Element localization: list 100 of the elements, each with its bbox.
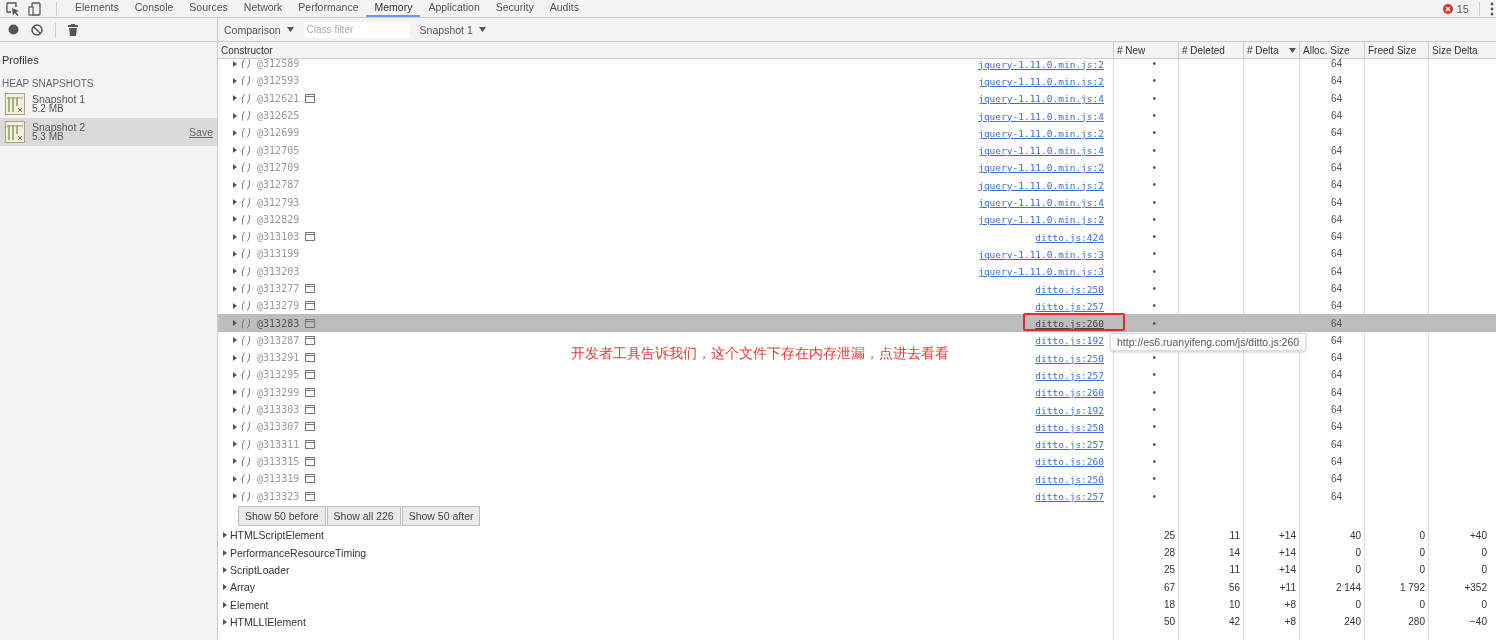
column-header[interactable]: Size Delta — [1428, 42, 1490, 58]
expand-arrow-icon[interactable] — [233, 250, 237, 257]
class-row[interactable]: Array 67 56 +11 2 144 1 792 +352 — [218, 578, 1496, 596]
device-icon[interactable] — [28, 1, 42, 16]
expand-arrow-icon[interactable] — [233, 423, 237, 430]
source-link[interactable]: jquery-1.11.0.min.js:2 — [978, 162, 1104, 174]
class-filter-field[interactable]: Class filter — [303, 21, 410, 38]
expand-arrow-icon[interactable] — [223, 601, 227, 608]
trash-icon[interactable] — [68, 23, 78, 36]
expand-arrow-icon[interactable] — [233, 60, 237, 67]
expand-arrow-icon[interactable] — [233, 112, 237, 119]
class-row[interactable]: HTMLScriptElement 25 11 +14 40 0 +40 — [218, 526, 1496, 544]
source-link[interactable]: ditto.js:192 — [1035, 404, 1104, 416]
class-row[interactable]: PerformanceResourceTiming 28 14 +14 0 0 0 — [218, 544, 1496, 562]
expand-arrow-icon[interactable] — [233, 372, 237, 378]
expand-arrow-icon[interactable] — [233, 199, 237, 205]
tab[interactable]: Application — [420, 0, 488, 17]
selected-row-highlight[interactable]: () @313283 ditto.js:260 • 64 — [218, 314, 1496, 332]
column-header[interactable]: Freed Size — [1364, 42, 1428, 58]
source-link[interactable]: jquery-1.11.0.min.js:2 — [978, 179, 1104, 191]
expand-arrow-icon[interactable] — [233, 458, 237, 465]
tab[interactable]: Performance — [290, 0, 367, 17]
expand-arrow-icon[interactable] — [233, 181, 237, 188]
expand-arrow-icon[interactable] — [233, 77, 237, 84]
source-link[interactable]: ditto.js:257 — [1035, 300, 1104, 312]
menu-icon[interactable] — [1490, 1, 1494, 16]
expand-arrow-icon[interactable] — [233, 337, 237, 344]
expand-arrow-icon[interactable] — [233, 216, 237, 223]
expand-arrow-icon[interactable] — [223, 549, 227, 556]
expand-arrow-icon[interactable] — [233, 441, 237, 448]
snapshot-item[interactable]: Snapshot 1 5.2 MB — [0, 90, 217, 118]
clear-icon[interactable] — [31, 23, 43, 36]
class-row[interactable]: Element 18 10 +8 0 0 0 — [218, 595, 1496, 614]
expand-arrow-icon[interactable] — [233, 354, 237, 361]
tab[interactable]: Security — [487, 0, 542, 17]
tab[interactable]: Console — [126, 0, 182, 17]
class-row[interactable]: ScriptLoader 25 11 +14 0 0 0 — [218, 561, 1496, 579]
source-link[interactable]: jquery-1.11.0.min.js:4 — [978, 110, 1104, 122]
tab[interactable]: Network — [235, 0, 291, 17]
paging-button[interactable]: Show 50 after — [401, 505, 481, 526]
snapshot-item[interactable]: Snapshot 2 5.3 MB Save — [0, 118, 217, 146]
save-link[interactable]: Save — [189, 126, 213, 138]
source-link[interactable]: ditto.js:260 — [1035, 387, 1104, 399]
inspect-icon[interactable] — [6, 1, 20, 16]
source-link[interactable]: ditto.js:192 — [1035, 335, 1104, 347]
source-link[interactable]: ditto.js:250 — [1035, 352, 1104, 364]
expand-arrow-icon[interactable] — [233, 147, 237, 154]
expand-arrow-icon[interactable] — [233, 389, 237, 396]
paging-button[interactable]: Show all 226 — [326, 505, 401, 526]
source-link[interactable]: jquery-1.11.0.min.js:4 — [978, 93, 1104, 105]
source-link[interactable]: ditto.js:250 — [1035, 421, 1104, 433]
expand-arrow-icon[interactable] — [233, 406, 237, 413]
expand-arrow-icon[interactable] — [223, 566, 227, 573]
source-link[interactable]: ditto.js:260 — [1035, 318, 1104, 330]
source-link[interactable]: ditto.js:257 — [1035, 491, 1104, 503]
column-header[interactable]: Alloc. Size — [1299, 42, 1364, 58]
source-link[interactable]: ditto.js:260 — [1035, 456, 1104, 468]
source-link[interactable]: ditto.js:257 — [1035, 439, 1104, 451]
snapshot-name: Snapshot 1 — [32, 94, 87, 104]
column-header[interactable]: # Delta — [1243, 42, 1299, 58]
view-dropdown[interactable]: Comparison — [218, 23, 300, 36]
source-link[interactable]: ditto.js:257 — [1035, 370, 1104, 381]
source-link[interactable]: jquery-1.11.0.min.js:4 — [978, 197, 1104, 208]
function-label: () — [240, 317, 253, 329]
expand-arrow-icon[interactable] — [233, 285, 237, 292]
caret-icon — [478, 27, 486, 32]
function-label: () — [240, 438, 253, 450]
paging-button[interactable]: Show 50 before — [238, 505, 326, 526]
source-link[interactable]: jquery-1.11.0.min.js:2 — [978, 75, 1104, 87]
expand-arrow-icon[interactable] — [233, 268, 237, 275]
class-row[interactable]: HTMLLIElement 50 42 +8 240 280 −40 — [218, 613, 1496, 631]
source-link[interactable]: ditto.js:250 — [1035, 283, 1104, 295]
expand-arrow-icon[interactable] — [233, 320, 237, 327]
source-link[interactable]: jquery-1.11.0.min.js:3 — [978, 248, 1104, 260]
source-link[interactable]: jquery-1.11.0.min.js:3 — [978, 266, 1104, 278]
expand-arrow-icon[interactable] — [223, 532, 227, 539]
tab[interactable]: Elements — [67, 0, 127, 17]
expand-arrow-icon[interactable] — [233, 129, 237, 136]
expand-arrow-icon[interactable] — [233, 302, 237, 309]
expand-arrow-icon[interactable] — [233, 493, 237, 500]
expand-arrow-icon[interactable] — [223, 618, 227, 625]
source-link[interactable]: jquery-1.11.0.min.js:2 — [978, 127, 1104, 139]
source-link[interactable]: jquery-1.11.0.min.js:2 — [978, 59, 1104, 70]
expand-arrow-icon[interactable] — [233, 164, 237, 171]
column-header[interactable]: Constructor — [218, 42, 1113, 58]
expand-arrow-icon[interactable] — [233, 95, 237, 102]
expand-arrow-icon[interactable] — [233, 233, 237, 240]
record-icon[interactable] — [8, 24, 19, 35]
tab[interactable]: Audits — [541, 0, 587, 17]
source-link[interactable]: jquery-1.11.0.min.js:2 — [978, 214, 1104, 226]
source-link[interactable]: ditto.js:250 — [1035, 473, 1104, 485]
column-header[interactable]: # Deleted — [1178, 42, 1243, 58]
function-label: () — [240, 92, 253, 104]
snapshot-dropdown[interactable]: Snapshot 1 — [413, 23, 492, 36]
source-link[interactable]: jquery-1.11.0.min.js:4 — [978, 145, 1104, 157]
tab[interactable]: Sources — [181, 0, 236, 17]
column-header[interactable]: # New — [1113, 42, 1178, 58]
source-link[interactable]: ditto.js:424 — [1035, 231, 1104, 243]
expand-arrow-icon[interactable] — [233, 475, 237, 482]
expand-arrow-icon[interactable] — [223, 584, 227, 591]
